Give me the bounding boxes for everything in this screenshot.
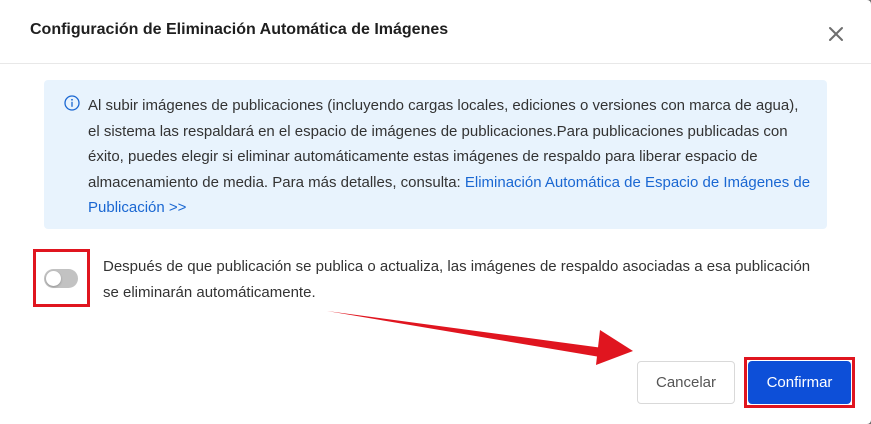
auto-delete-settings-dialog: Configuración de Eliminación Automática … [0, 0, 871, 424]
auto-delete-toggle[interactable] [44, 269, 78, 288]
close-button[interactable] [826, 24, 846, 44]
info-icon [64, 95, 80, 111]
info-text: Al subir imágenes de publicaciones (incl… [88, 93, 813, 221]
confirm-button[interactable]: Confirmar [748, 361, 851, 404]
dialog-title: Configuración de Eliminación Automática … [30, 21, 449, 38]
dialog-header: Configuración de Eliminación Automática … [0, 0, 871, 64]
cancel-button[interactable]: Cancelar [637, 361, 735, 404]
close-icon [829, 27, 843, 41]
info-notice: Al subir imágenes de publicaciones (incl… [44, 80, 827, 229]
auto-delete-label: Después de que publicación se publica o … [103, 258, 811, 301]
toggle-knob [46, 271, 61, 286]
